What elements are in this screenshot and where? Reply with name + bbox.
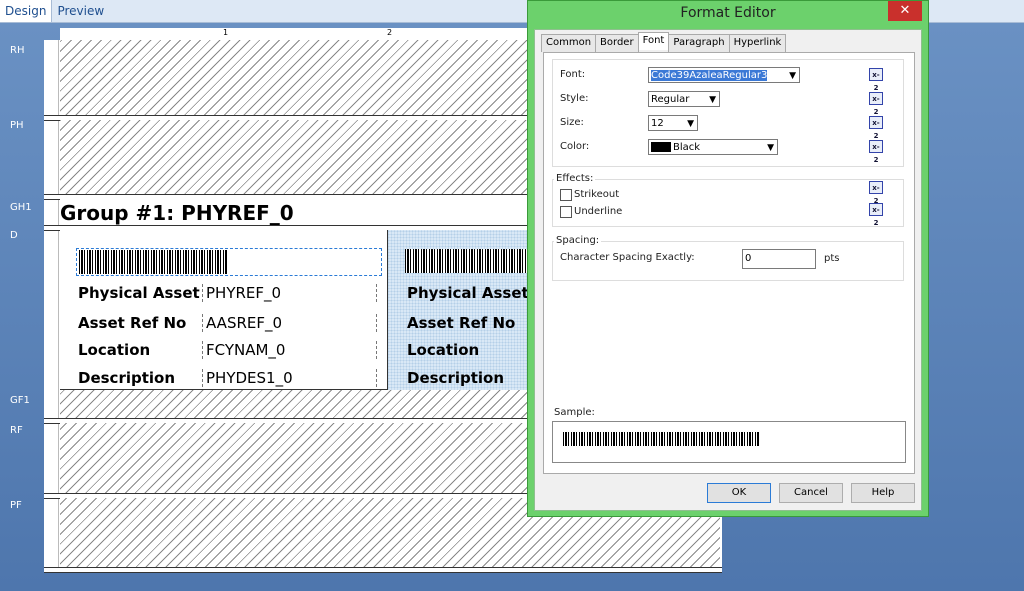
tab-paragraph[interactable]: Paragraph [668,34,730,52]
label-description[interactable]: Description [407,369,504,387]
ruler-mark-2: 2 [387,28,393,37]
band-label-page-header: PH [10,120,24,131]
label-asset-ref-no[interactable]: Asset Ref No [407,314,515,332]
close-icon[interactable]: ✕ [888,1,922,21]
strikeout-checkbox[interactable] [560,189,572,201]
underline-checkbox[interactable] [560,206,572,218]
tab-border[interactable]: Border [595,34,639,52]
tab-font[interactable]: Font [637,32,670,50]
dialog-tabs: Common Border Font Paragraph Hyperlink [541,32,787,52]
effects-title: Effects: [554,173,596,184]
band-label-report-footer: RF [10,425,23,436]
font-select[interactable]: Code39AzaleaRegular3 ▼ [648,67,800,83]
sample-preview [552,421,906,463]
label-asset-ref-no[interactable]: Asset Ref No [78,314,186,332]
help-button[interactable]: Help [851,483,915,503]
dialog-body: Common Border Font Paragraph Hyperlink F… [534,29,922,511]
color-select[interactable]: Black ▼ [648,139,778,155]
spacing-title: Spacing: [554,235,602,246]
label-description[interactable]: Description [78,369,175,387]
formula-button-underline[interactable]: x-2 [869,203,883,227]
field-phydes1[interactable]: PHYDES1_0 [202,369,377,387]
chevron-down-icon: ▼ [687,119,694,129]
size-select[interactable]: 12 ▼ [648,115,698,131]
band-label-group-header: GH1 [10,202,32,213]
chevron-down-icon: ▼ [709,95,716,105]
color-label: Color: [560,141,590,152]
sample-barcode [563,432,759,446]
barcode-field-selected[interactable] [76,248,382,276]
cancel-button[interactable]: Cancel [779,483,843,503]
effects-group [552,179,904,227]
band-label-page-footer: PF [10,500,22,511]
formula-button-font[interactable]: x-2 [869,68,883,92]
size-label: Size: [560,117,584,128]
font-tab-panel: Font: Code39AzaleaRegular3 ▼ x-2 Style: R… [543,52,915,474]
char-spacing-label: Character Spacing Exactly: [560,252,695,263]
label-physical-asset[interactable]: Physical Asset [78,284,200,302]
formula-button-style[interactable]: x-2 [869,92,883,116]
field-phyref[interactable]: PHYREF_0 [202,284,377,302]
label-location[interactable]: Location [78,341,150,359]
tab-hyperlink[interactable]: Hyperlink [728,34,787,52]
color-select-value: Black [673,142,701,153]
detail-border [387,230,388,390]
formula-button-size[interactable]: x-2 [869,116,883,140]
band-label-detail: D [10,230,18,241]
group-header-title[interactable]: Group #1: PHYREF_0 [60,201,294,225]
sample-label: Sample: [554,407,595,418]
tab-design[interactable]: Design [0,0,53,22]
chevron-down-icon: ▼ [767,143,774,153]
char-spacing-unit: pts [824,253,840,264]
font-label: Font: [560,69,586,80]
dialog-title: Format Editor [680,5,776,21]
size-select-value: 12 [651,118,664,129]
field-aasref[interactable]: AASREF_0 [202,314,377,332]
ruler-mark-1: 1 [223,28,229,37]
strikeout-label: Strikeout [574,189,620,200]
format-editor-dialog: Format Editor ✕ Common Border Font Parag… [527,0,929,517]
color-swatch [651,142,671,152]
barcode-image [79,250,227,274]
barcode-image [405,249,527,273]
band-label-group-footer: GF1 [10,395,30,406]
style-select-value: Regular [651,94,690,105]
char-spacing-input[interactable]: 0 [742,249,816,269]
underline-label: Underline [574,206,623,217]
style-label: Style: [560,93,589,104]
formula-button-color[interactable]: x-2 [869,140,883,164]
field-fcynam[interactable]: FCYNAM_0 [202,341,377,359]
band-separator[interactable] [44,567,722,573]
tab-common[interactable]: Common [541,34,597,52]
tab-preview[interactable]: Preview [52,0,109,22]
label-location[interactable]: Location [407,341,479,359]
ok-button[interactable]: OK [707,483,771,503]
formula-button-strikeout[interactable]: x-2 [869,181,883,205]
style-select[interactable]: Regular ▼ [648,91,720,107]
font-select-value: Code39AzaleaRegular3 [651,70,768,81]
chevron-down-icon: ▼ [789,71,796,81]
band-label-report-header: RH [10,45,25,56]
label-physical-asset[interactable]: Physical Asset [407,284,529,302]
